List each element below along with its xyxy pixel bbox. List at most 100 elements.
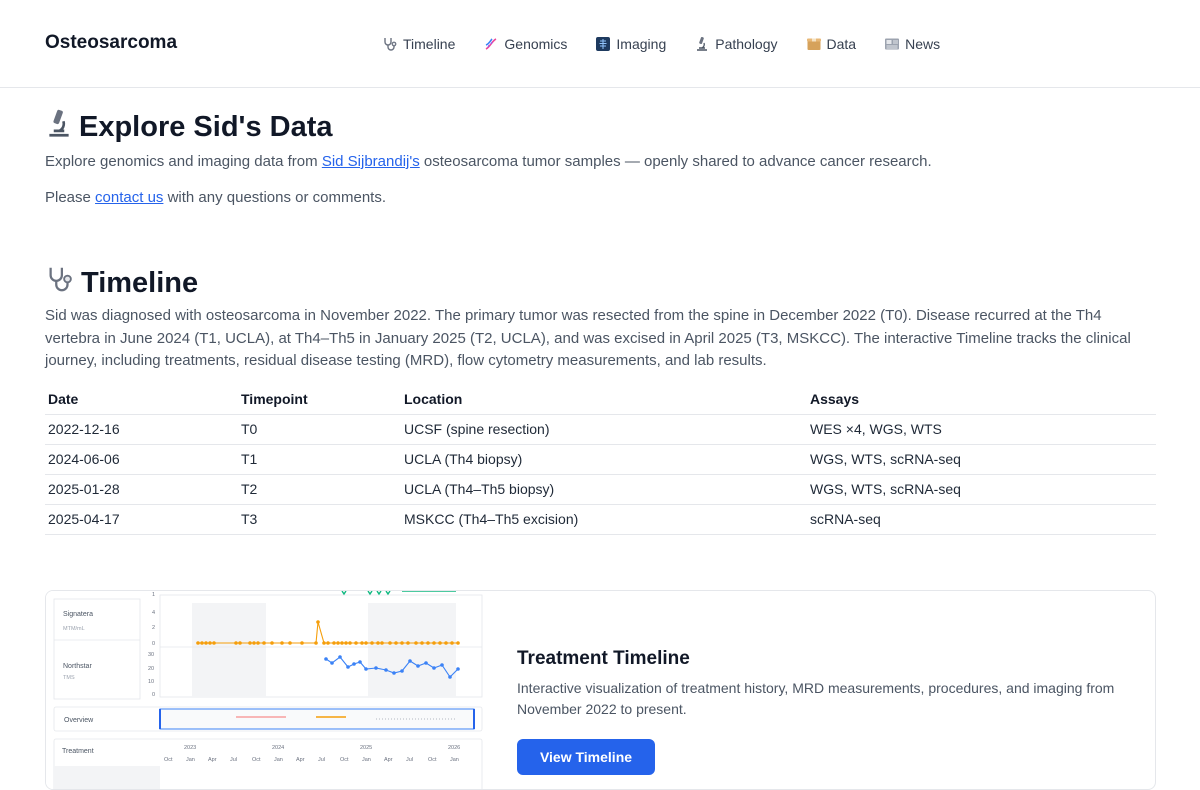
cell-assays: scRNA-seq bbox=[807, 504, 1156, 535]
column-header-assays: Assays bbox=[807, 387, 1156, 415]
view-timeline-button[interactable]: View Timeline bbox=[517, 739, 655, 775]
column-header-location: Location bbox=[401, 387, 807, 415]
cell-assays: WGS, WTS, scRNA-seq bbox=[807, 444, 1156, 475]
signatera-point bbox=[288, 641, 292, 645]
explore-intro: Explore genomics and imaging data from S… bbox=[45, 153, 932, 170]
column-header-timepoint: Timepoint bbox=[238, 387, 401, 415]
northstar-point bbox=[456, 667, 460, 671]
signatera-point bbox=[420, 641, 424, 645]
signatera-point bbox=[450, 641, 454, 645]
signatera-point bbox=[376, 641, 380, 645]
xray-icon bbox=[594, 35, 612, 53]
signatera-point bbox=[200, 641, 204, 645]
signatera-track-label: Signatera bbox=[63, 611, 93, 618]
cell-location: UCSF (spine resection) bbox=[401, 414, 807, 445]
overview-brush[interactable] bbox=[159, 708, 475, 730]
table-row: 2024-06-06 T1 UCLA (Th4 biopsy) WGS, WTS… bbox=[45, 444, 1156, 475]
signatera-point bbox=[196, 641, 200, 645]
table-row: 2022-12-16 T0 UCSF (spine resection) WES… bbox=[45, 414, 1156, 445]
year-label: 2026 bbox=[448, 745, 460, 751]
signatera-point bbox=[326, 641, 330, 645]
nav-news-label: News bbox=[905, 36, 941, 52]
explore-heading: Explore Sid's Data bbox=[45, 108, 332, 146]
northstar-point bbox=[392, 671, 396, 675]
nav-timeline-label: Timeline bbox=[403, 36, 456, 52]
northstar-point bbox=[432, 666, 436, 670]
signatera-unit-label: MTM/mL bbox=[63, 626, 85, 632]
northstar-point bbox=[346, 665, 350, 669]
northstar-point bbox=[330, 661, 334, 665]
contact-text-before: Please bbox=[45, 189, 96, 206]
signatera-point bbox=[280, 641, 284, 645]
northstar-point bbox=[400, 669, 404, 673]
northstar-point bbox=[424, 661, 428, 665]
box-icon bbox=[805, 35, 823, 53]
cell-timepoint: T1 bbox=[238, 444, 401, 475]
timepoints-table: Date Timepoint Location Assays 2022-12-1… bbox=[45, 387, 1156, 535]
northstar-point bbox=[384, 668, 388, 672]
signatera-point bbox=[432, 641, 436, 645]
signatera-tick: 0 bbox=[152, 641, 155, 647]
nav-imaging[interactable]: Imaging bbox=[594, 35, 666, 53]
northstar-point bbox=[374, 666, 378, 670]
nav-news[interactable]: News bbox=[883, 35, 940, 53]
timeline-description: Sid was diagnosed with osteosarcoma in N… bbox=[45, 307, 1131, 369]
nav-pathology[interactable]: Pathology bbox=[693, 35, 778, 53]
signatera-point bbox=[394, 641, 398, 645]
card-title: Treatment Timeline bbox=[517, 648, 690, 669]
contact-link[interactable]: contact us bbox=[95, 189, 163, 206]
nav-genomics[interactable]: Genomics bbox=[482, 35, 567, 53]
cell-assays: WGS, WTS, scRNA-seq bbox=[807, 474, 1156, 505]
main-nav: Timeline Genomics Imaging Pathology Data bbox=[381, 35, 940, 53]
signatera-point bbox=[388, 641, 392, 645]
signatera-point bbox=[208, 641, 212, 645]
sid-profile-link[interactable]: Sid Sijbrandij's bbox=[322, 153, 420, 170]
stethoscope-icon bbox=[381, 35, 399, 53]
cell-date: 2022-12-16 bbox=[45, 414, 238, 445]
month-label: Oct bbox=[428, 757, 437, 763]
month-label: Apr bbox=[296, 757, 305, 763]
month-label: Jan bbox=[274, 757, 283, 763]
cell-location: UCLA (Th4–Th5 biopsy) bbox=[401, 474, 807, 505]
nav-pathology-label: Pathology bbox=[715, 36, 778, 52]
nav-timeline[interactable]: Timeline bbox=[381, 35, 455, 53]
northstar-track-label: Northstar bbox=[63, 663, 92, 670]
northstar-point bbox=[448, 675, 452, 679]
month-label: Jan bbox=[362, 757, 371, 763]
signatera-tick: 4 bbox=[152, 610, 155, 616]
signatera-point bbox=[426, 641, 430, 645]
month-label: Jul bbox=[230, 757, 237, 763]
brand-logo[interactable]: Osteosarcoma bbox=[45, 32, 177, 54]
northstar-unit-label: TMS bbox=[63, 675, 75, 681]
microscope-icon bbox=[45, 108, 73, 146]
treatment-timeline-card[interactable]: Signatera MTM/mL Northstar TMS 1 4 2 0 3… bbox=[45, 590, 1156, 790]
contact-text-after: with any questions or comments. bbox=[163, 189, 387, 206]
newspaper-icon bbox=[883, 35, 901, 53]
timeline-preview-thumbnail[interactable]: Signatera MTM/mL Northstar TMS 1 4 2 0 3… bbox=[46, 591, 484, 789]
contact-line: Please contact us with any questions or … bbox=[45, 189, 386, 206]
month-label: Jul bbox=[318, 757, 325, 763]
month-label: Jul bbox=[406, 757, 413, 763]
signatera-point bbox=[256, 641, 260, 645]
treatment-track-label: Treatment bbox=[62, 748, 94, 755]
signatera-point bbox=[414, 641, 418, 645]
northstar-tick: 30 bbox=[148, 652, 154, 658]
nav-data[interactable]: Data bbox=[805, 35, 856, 53]
signatera-point bbox=[212, 641, 216, 645]
northstar-point bbox=[440, 663, 444, 667]
cell-date: 2024-06-06 bbox=[45, 444, 238, 475]
signatera-point bbox=[370, 641, 374, 645]
cell-assays: WES ×4, WGS, WTS bbox=[807, 414, 1156, 445]
signatera-point bbox=[234, 641, 238, 645]
northstar-tick: 0 bbox=[152, 692, 155, 698]
timeline-heading: Timeline bbox=[45, 264, 198, 302]
cell-date: 2025-04-17 bbox=[45, 504, 238, 535]
stethoscope-icon bbox=[45, 264, 75, 302]
month-label: Oct bbox=[164, 757, 173, 763]
cell-timepoint: T3 bbox=[238, 504, 401, 535]
month-label: Jan bbox=[186, 757, 195, 763]
table-row: 2025-04-17 T3 MSKCC (Th4–Th5 excision) s… bbox=[45, 504, 1156, 535]
intro-text-after: osteosarcoma tumor samples — openly shar… bbox=[419, 153, 932, 170]
signatera-point bbox=[360, 641, 364, 645]
signatera-point bbox=[248, 641, 252, 645]
